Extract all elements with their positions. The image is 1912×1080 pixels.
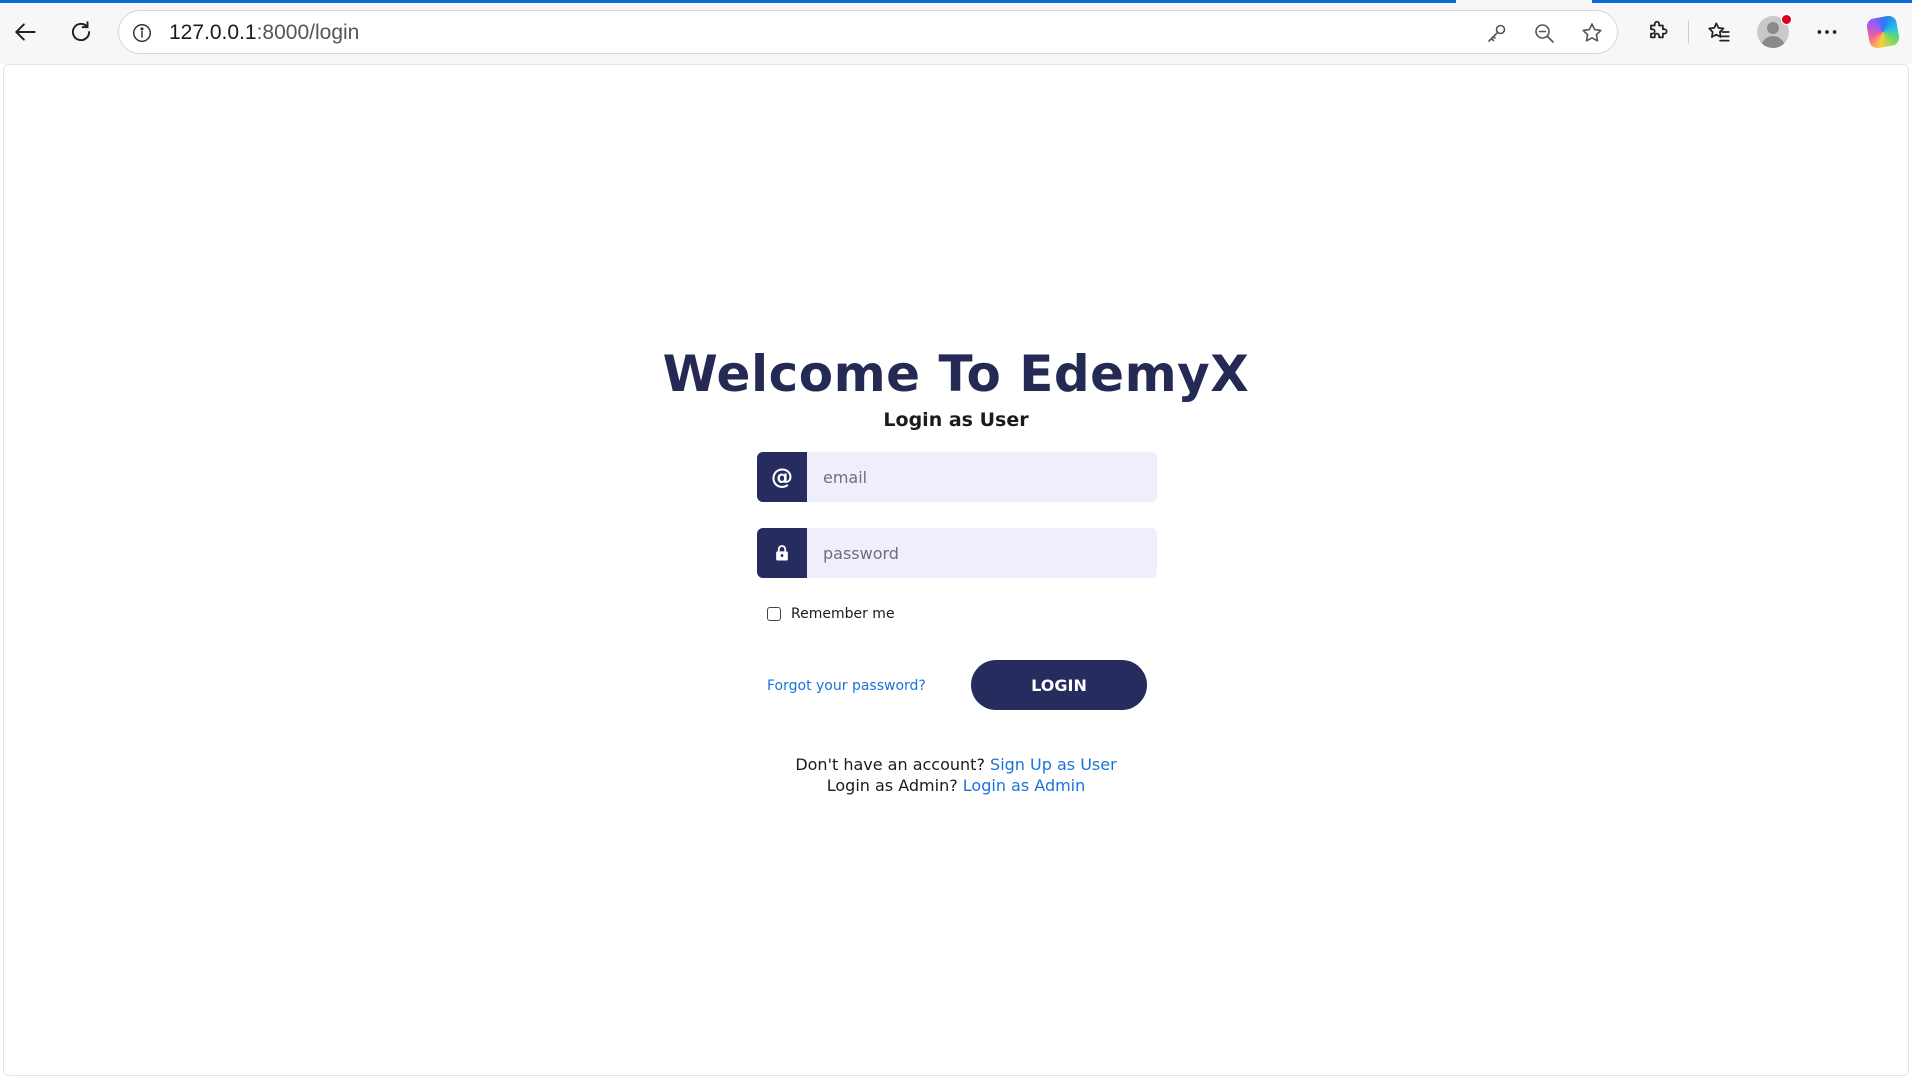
signup-link[interactable]: Sign Up as User — [990, 755, 1117, 774]
login-button[interactable]: LOGIN — [971, 660, 1147, 710]
admin-line: Login as Admin? Login as Admin — [0, 776, 1912, 795]
url-path: :8000/login — [256, 21, 360, 44]
loading-bar-segment — [1592, 0, 1912, 3]
favorites-icon[interactable] — [1699, 12, 1739, 52]
admin-prompt: Login as Admin? — [826, 776, 958, 795]
back-button[interactable] — [6, 12, 46, 52]
email-field: @ — [757, 452, 1157, 502]
page-title: Welcome To EdemyX — [662, 345, 1250, 403]
url-text[interactable]: 127.0.0.1:8000/login — [169, 21, 359, 45]
page-subtitle: Login as User — [883, 409, 1029, 431]
url-host: 127.0.0.1 — [169, 21, 257, 44]
back-arrow-icon — [15, 23, 36, 41]
toolbar-divider — [1688, 20, 1689, 44]
star-icon[interactable] — [1578, 19, 1606, 47]
at-sign-icon: @ — [757, 452, 807, 502]
admin-login-link[interactable]: Login as Admin — [963, 776, 1085, 795]
email-input[interactable] — [807, 452, 1157, 502]
more-icon[interactable] — [1807, 12, 1847, 52]
zoom-out-icon[interactable] — [1530, 19, 1558, 47]
key-icon[interactable] — [1483, 19, 1511, 47]
puzzle-icon[interactable] — [1638, 12, 1678, 52]
browser-toolbar: 127.0.0.1:8000/login — [0, 0, 1912, 64]
remember-label: Remember me — [791, 606, 895, 622]
notification-dot — [1781, 14, 1792, 25]
loading-bar — [0, 0, 1456, 3]
signup-line: Don't have an account? Sign Up as User — [0, 755, 1912, 774]
forgot-password-link[interactable]: Forgot your password? — [767, 678, 926, 694]
profile-button[interactable] — [1753, 12, 1793, 52]
info-icon[interactable] — [129, 20, 155, 46]
copilot-icon[interactable] — [1863, 12, 1903, 52]
remember-checkbox[interactable] — [767, 607, 781, 621]
lock-icon — [757, 528, 807, 578]
signup-prompt: Don't have an account? — [795, 755, 985, 774]
reload-button[interactable] — [61, 12, 101, 52]
password-field — [757, 528, 1157, 578]
reload-icon — [71, 21, 91, 42]
remember-me[interactable]: Remember me — [767, 606, 895, 622]
address-bar[interactable]: 127.0.0.1:8000/login — [118, 10, 1618, 54]
password-input[interactable] — [807, 528, 1157, 578]
